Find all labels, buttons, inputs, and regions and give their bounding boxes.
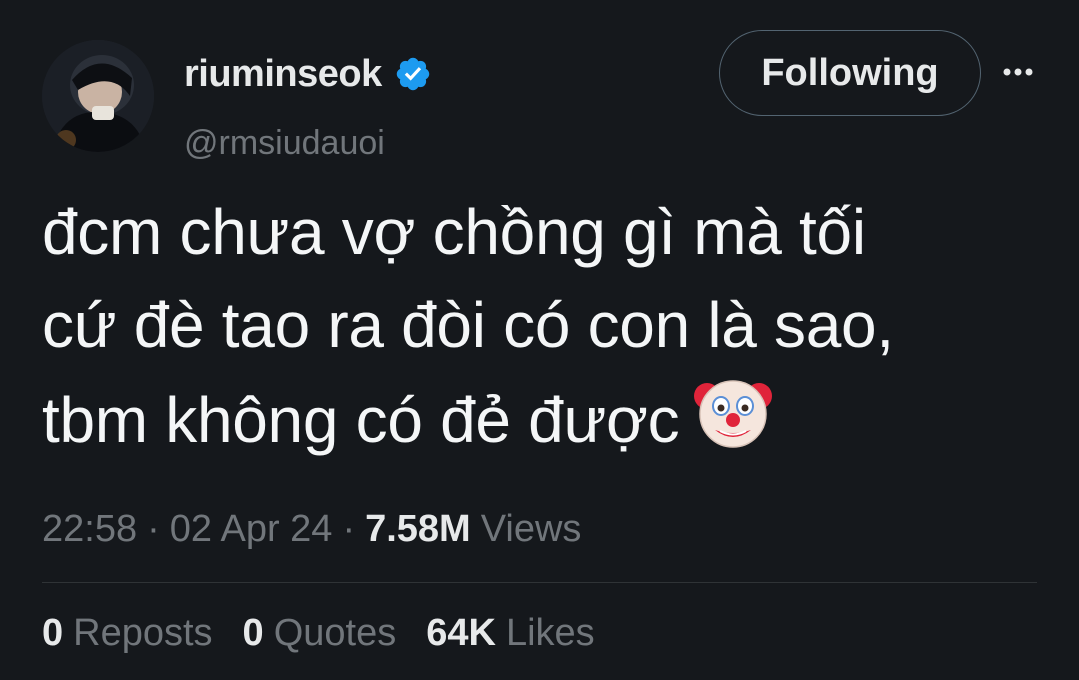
tweet-time[interactable]: 22:58 xyxy=(42,508,137,551)
tweet-text: đcm chưa vợ chồng gì mà tối cứ đè tao ra… xyxy=(42,186,1052,467)
verified-badge-icon xyxy=(396,57,429,91)
tweet-card: riuminseok @rmsiudauoi Following đcm chư… xyxy=(0,0,1079,680)
likes-stat[interactable]: 64K Likes xyxy=(426,612,594,655)
tweet-date[interactable]: 02 Apr 24 xyxy=(170,508,333,551)
author-handle[interactable]: @rmsiudauoi xyxy=(184,124,385,163)
quotes-label: Quotes xyxy=(273,612,397,654)
reposts-count: 0 xyxy=(42,612,64,654)
reposts-stat[interactable]: 0 Reposts xyxy=(42,612,213,655)
following-button[interactable]: Following xyxy=(719,30,981,116)
likes-label: Likes xyxy=(505,612,595,654)
views-count: 7.58M xyxy=(365,508,471,550)
divider xyxy=(42,582,1037,583)
tweet-line: tbm không có đẻ được xyxy=(42,384,680,456)
more-options-icon[interactable] xyxy=(1001,62,1035,82)
tweet-line: cứ đè tao ra đòi có con là sao, xyxy=(42,289,894,361)
quotes-stat[interactable]: 0 Quotes xyxy=(243,612,397,655)
views-label: Views xyxy=(480,508,582,550)
likes-count: 64K xyxy=(426,612,496,654)
tweet-meta: 22:58 · 02 Apr 24 · 7.58M Views xyxy=(42,508,581,551)
avatar-photo-icon xyxy=(42,40,154,152)
clown-face-icon xyxy=(694,380,773,448)
author-name-row: riuminseok xyxy=(184,52,432,96)
avatar[interactable] xyxy=(42,40,154,152)
meta-separator: · xyxy=(147,508,160,550)
display-name[interactable]: riuminseok xyxy=(184,53,382,96)
engagement-stats: 0 Reposts 0 Quotes 64K Likes xyxy=(42,612,595,655)
tweet-line: đcm chưa vợ chồng gì mà tối xyxy=(42,196,866,268)
quotes-count: 0 xyxy=(242,612,264,654)
reposts-label: Reposts xyxy=(73,612,213,654)
meta-separator: · xyxy=(342,508,356,550)
tweet-line-last: tbm không có đẻ được xyxy=(42,372,1052,467)
